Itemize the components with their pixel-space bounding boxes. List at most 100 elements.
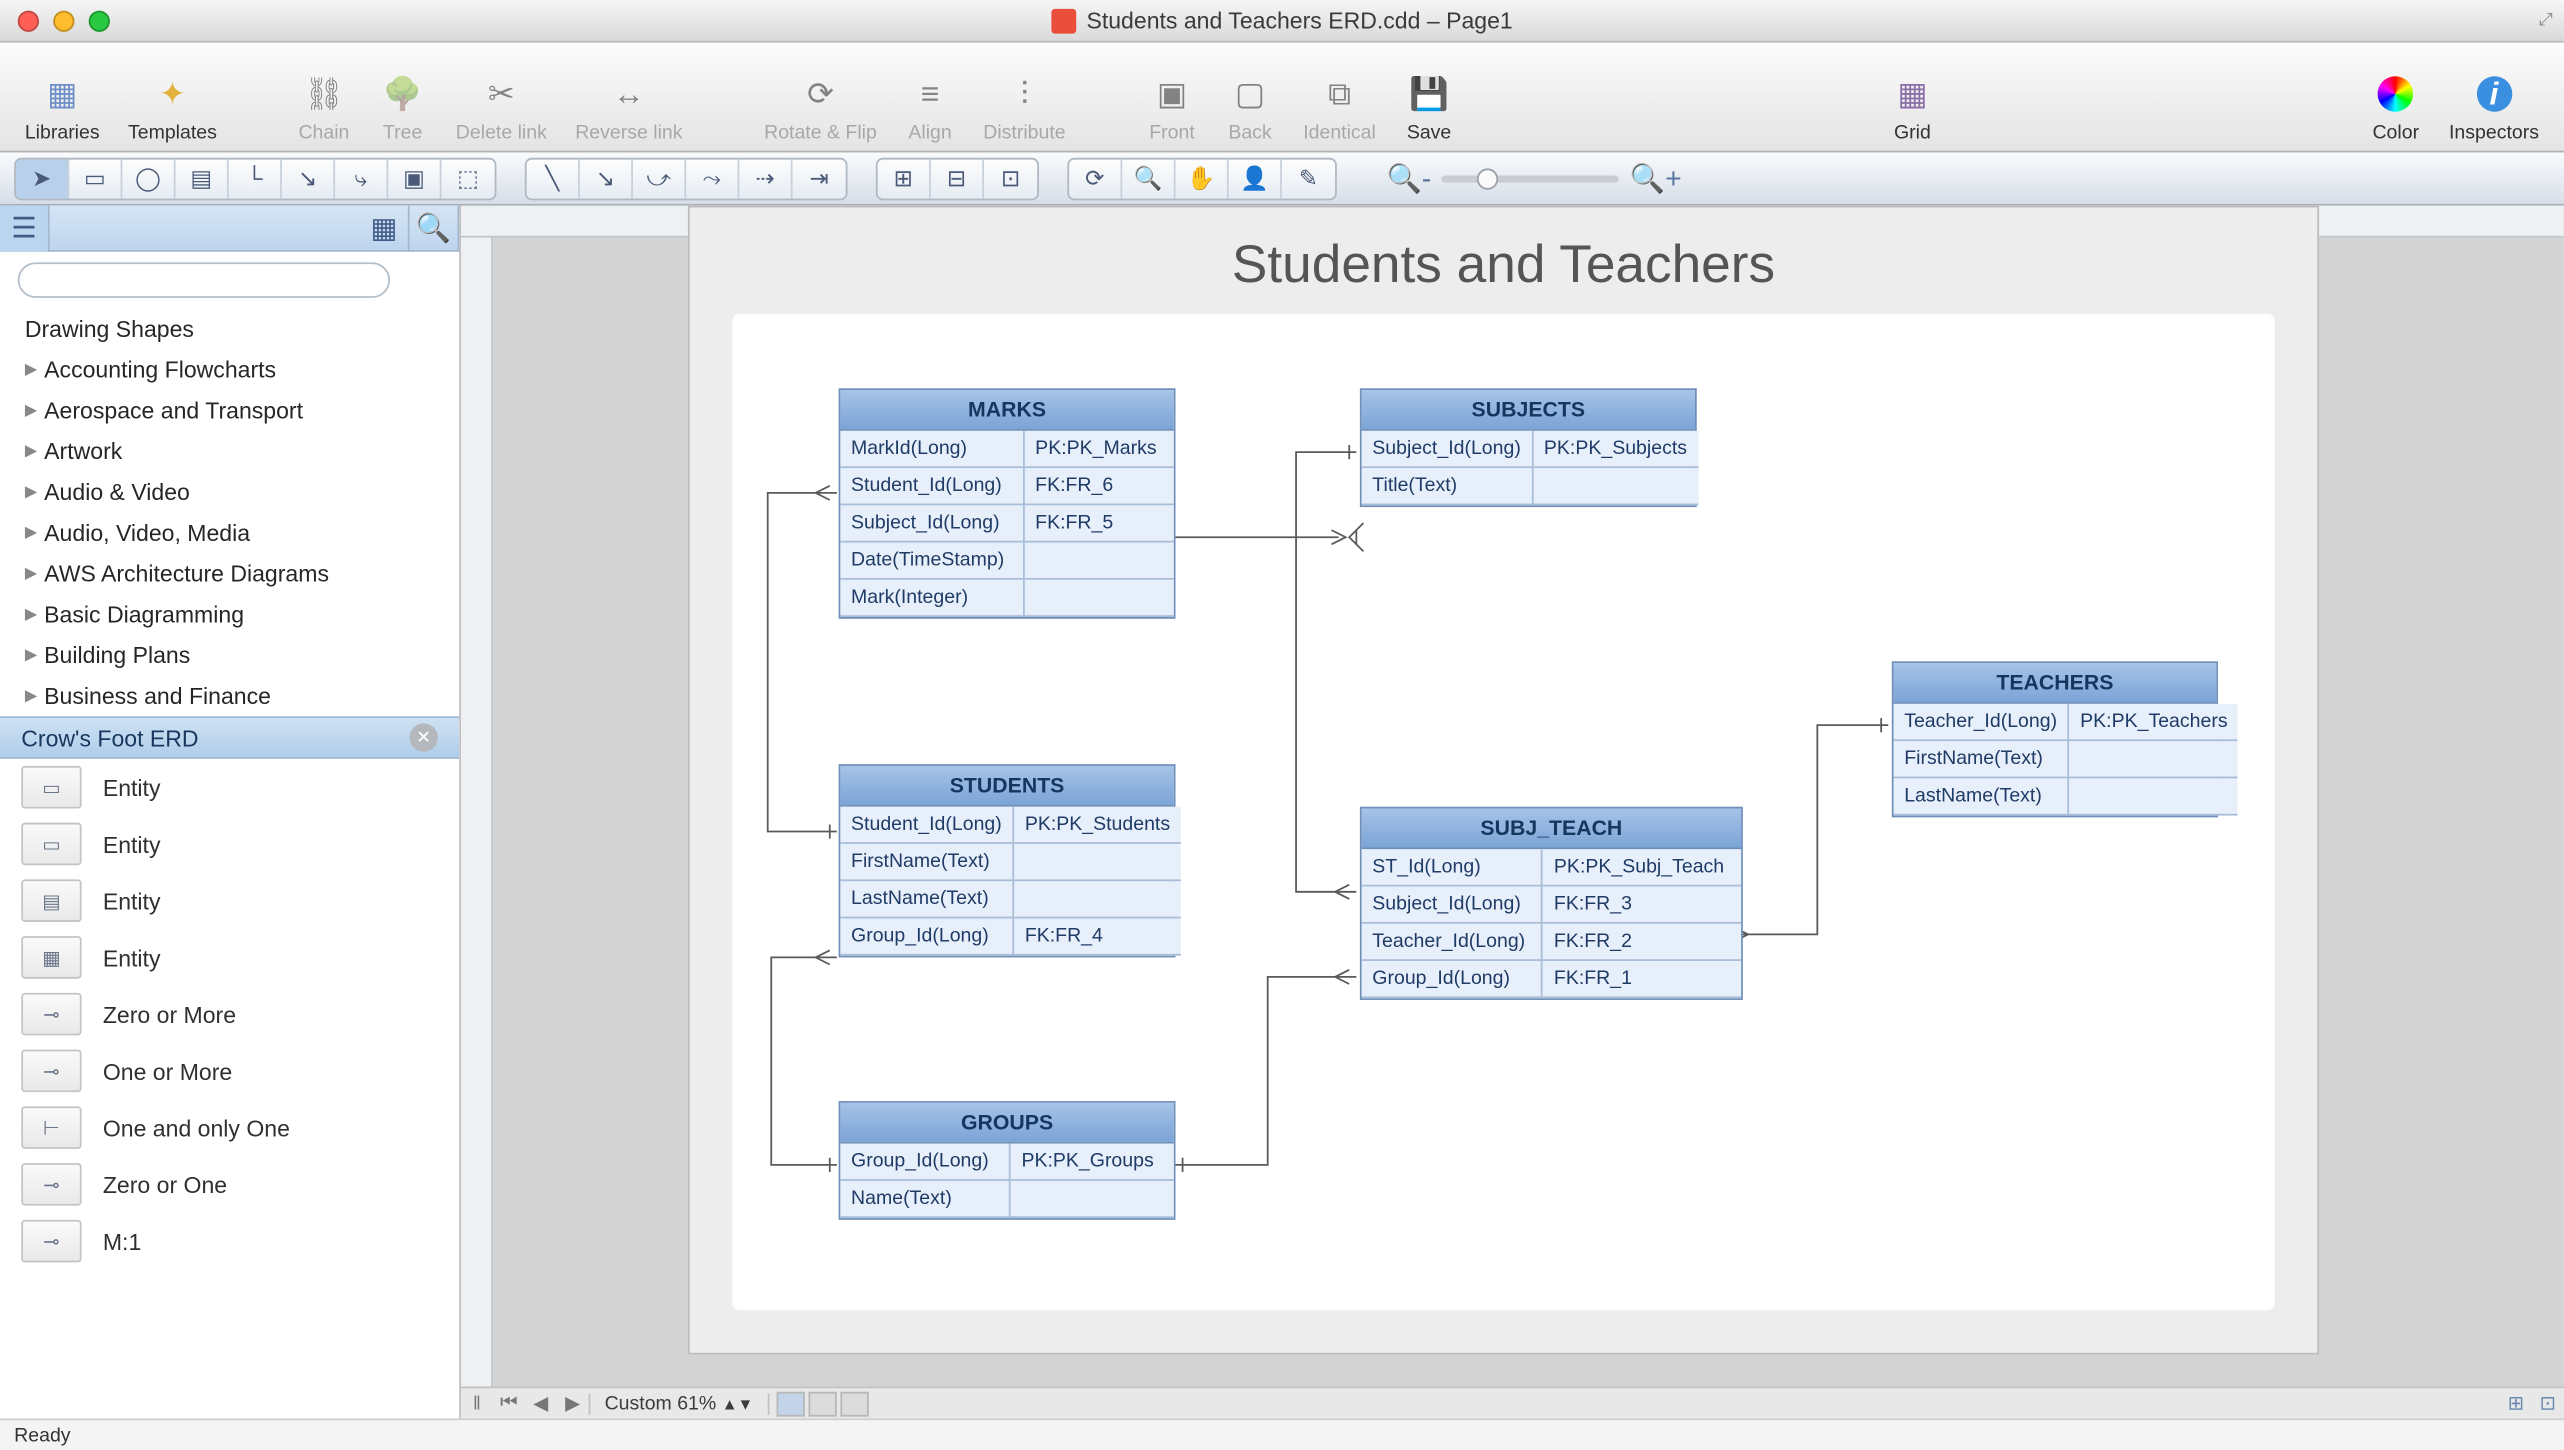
line-tool-5[interactable]: ⇢ — [739, 159, 792, 198]
zoom-in-icon[interactable]: 🔍+ — [1630, 160, 1682, 195]
view-tool-1[interactable]: ⟳ — [1069, 159, 1122, 198]
sidebar-category[interactable]: ▶Aerospace and Transport — [0, 390, 459, 431]
sidebar-category[interactable]: ▶Audio & Video — [0, 472, 459, 513]
pan-tool[interactable]: ✋ — [1175, 159, 1228, 198]
wand-tool[interactable]: ✎ — [1282, 159, 1335, 198]
corner-icon-2[interactable]: ⊡ — [2532, 1392, 2564, 1415]
sidebar-search-toggle[interactable]: 🔍 — [410, 205, 460, 251]
sidebar-category[interactable]: ▶Business and Finance — [0, 676, 459, 717]
entity-field: Student_Id(Long) — [840, 807, 1013, 843]
entity-field: LastName(Text) — [1894, 777, 2069, 814]
ellipse-tool[interactable]: ◯ — [122, 159, 175, 198]
sidebar-category[interactable]: ▶Accounting Flowcharts — [0, 349, 459, 390]
sidebar-category[interactable]: ▶Audio, Video, Media — [0, 512, 459, 553]
snap-tool-3[interactable]: ⊡ — [984, 159, 1037, 198]
entity-teachers[interactable]: TEACHERS Teacher_Id(Long)PK:PK_TeachersF… — [1892, 661, 2218, 817]
entity-key: PK:PK_Subj_Teach — [1542, 849, 1741, 885]
templates-button[interactable]: ✦Templates — [114, 69, 231, 143]
chain-button[interactable]: ⛓Chain — [284, 69, 363, 143]
zoom-tool[interactable]: 🔍 — [1122, 159, 1175, 198]
eyedropper-tool[interactable]: 👤 — [1229, 159, 1282, 198]
entity-key: PK:PK_Teachers — [2069, 704, 2239, 740]
text-tool[interactable]: ▤ — [176, 159, 229, 198]
connector-tool-3[interactable]: ⤷ — [335, 159, 388, 198]
sidebar-category[interactable]: ▶AWS Architecture Diagrams — [0, 553, 459, 594]
shape-item[interactable]: ▭Entity — [0, 759, 459, 816]
zoom-slider[interactable] — [1442, 175, 1619, 182]
reverse-link-icon: ↔ — [604, 69, 654, 119]
page-first[interactable]: ⏮ — [493, 1392, 525, 1415]
front-button[interactable]: ▣Front — [1133, 69, 1211, 143]
reverse-link-button[interactable]: ↔Reverse link — [561, 69, 697, 143]
shape-item[interactable]: ▦Entity — [0, 929, 459, 986]
page-prev[interactable]: ◀ — [525, 1392, 557, 1415]
entity-key: FK:FR_3 — [1542, 886, 1741, 923]
delete-link-button[interactable]: ✂Delete link — [442, 69, 561, 143]
inspectors-icon: i — [2469, 69, 2519, 119]
save-button[interactable]: 💾Save — [1390, 69, 1468, 143]
color-button[interactable]: Color — [2357, 69, 2435, 143]
page-tab-2[interactable] — [808, 1391, 836, 1416]
entity-subjects[interactable]: SUBJECTS Subject_Id(Long)PK:PK_SubjectsT… — [1360, 388, 1697, 507]
sidebar-search-input[interactable] — [18, 262, 390, 297]
page-tab-1[interactable] — [776, 1391, 804, 1416]
line-tool-4[interactable]: ⤳ — [686, 159, 739, 198]
sidebar-active-library[interactable]: Crow's Foot ERD ✕ — [0, 716, 459, 759]
identical-button[interactable]: ⧉Identical — [1289, 69, 1390, 143]
entity-field: FirstName(Text) — [840, 843, 1013, 880]
entity-key: FK:FR_5 — [1024, 504, 1174, 541]
rotate-flip-button[interactable]: ⟳Rotate & Flip — [750, 69, 891, 143]
shape-thumb-icon: ▭ — [21, 766, 81, 809]
shape-item[interactable]: ▤Entity — [0, 872, 459, 929]
inspectors-button[interactable]: iInspectors — [2435, 69, 2553, 143]
entity-field: Teacher_Id(Long) — [1894, 704, 2069, 740]
shape-item[interactable]: ▭Entity — [0, 816, 459, 873]
corner-icon-1[interactable]: ⊞ — [2500, 1392, 2532, 1415]
page-canvas[interactable]: MARKS MarkId(Long)PK:PK_MarksStudent_Id(… — [732, 314, 2275, 1310]
page-tab-3[interactable] — [840, 1391, 868, 1416]
sidebar-view-grid[interactable]: ▦ — [360, 205, 410, 251]
distribute-button[interactable]: ⫶Distribute — [969, 69, 1080, 143]
shape-item[interactable]: ⊸Zero or One — [0, 1156, 459, 1213]
entity-marks[interactable]: MARKS MarkId(Long)PK:PK_MarksStudent_Id(… — [839, 388, 1176, 618]
entity-groups[interactable]: GROUPS Group_Id(Long)PK:PK_GroupsName(Te… — [839, 1101, 1176, 1220]
sidebar-tab-libraries[interactable]: ☰ — [0, 205, 50, 251]
canvas[interactable]: Students and Teachers — [461, 206, 2564, 1419]
page-next[interactable]: ▶ — [557, 1392, 589, 1415]
shape-item[interactable]: ⊸Zero or More — [0, 986, 459, 1043]
snap-tool-1[interactable]: ⊞ — [878, 159, 931, 198]
back-button[interactable]: ▢Back — [1211, 69, 1289, 143]
line-tool-3[interactable]: ⤻ — [633, 159, 686, 198]
align-button[interactable]: ≡Align — [891, 69, 969, 143]
connector-tool-1[interactable]: └ — [229, 159, 282, 198]
sidebar-category[interactable]: ▶Basic Diagramming — [0, 594, 459, 635]
entity-key: PK:PK_Marks — [1024, 431, 1174, 467]
line-tool-2[interactable]: ↘ — [580, 159, 633, 198]
entity-key: PK:PK_Subjects — [1532, 431, 1697, 467]
connector-tool-2[interactable]: ↘ — [282, 159, 335, 198]
entity-subj-teach[interactable]: SUBJ_TEACH ST_Id(Long)PK:PK_Subj_TeachSu… — [1360, 807, 1743, 1000]
back-icon: ▢ — [1225, 69, 1275, 119]
zoom-level[interactable]: Custom 61% ▲▼ — [589, 1393, 770, 1414]
zoom-out-icon[interactable]: 🔍- — [1386, 160, 1431, 195]
close-library-icon[interactable]: ✕ — [410, 723, 438, 751]
entity-students[interactable]: STUDENTS Student_Id(Long)PK:PK_StudentsF… — [839, 764, 1176, 957]
tree-button[interactable]: 🌳Tree — [364, 69, 442, 143]
line-tool-6[interactable]: ⇥ — [793, 159, 846, 198]
page-splitter[interactable]: ‖ — [461, 1393, 493, 1414]
delete-link-icon: ✂ — [476, 69, 526, 119]
shape-item[interactable]: ⊸M:1 — [0, 1213, 459, 1270]
shape-thumb-icon: ⊸ — [21, 993, 81, 1036]
shape-item[interactable]: ⊢One and only One — [0, 1099, 459, 1156]
sidebar-category[interactable]: ▶Artwork — [0, 431, 459, 472]
pointer-tool[interactable]: ➤ — [16, 159, 69, 198]
shape-item[interactable]: ⊸One or More — [0, 1043, 459, 1100]
connector-tool-4[interactable]: ▣ — [388, 159, 441, 198]
rect-tool[interactable]: ▭ — [69, 159, 122, 198]
connector-tool-5[interactable]: ⬚ — [441, 159, 494, 198]
sidebar-category[interactable]: ▶Building Plans — [0, 635, 459, 676]
libraries-button[interactable]: ▦Libraries — [11, 69, 114, 143]
snap-tool-2[interactable]: ⊟ — [931, 159, 984, 198]
grid-button[interactable]: ▦Grid — [1873, 69, 1951, 143]
line-tool-1[interactable]: ╲ — [527, 159, 580, 198]
